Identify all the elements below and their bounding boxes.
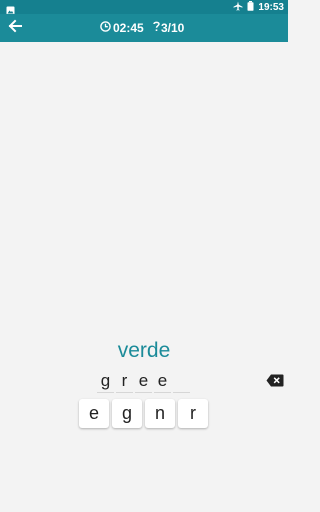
clock-icon bbox=[100, 21, 111, 35]
back-button[interactable] bbox=[4, 17, 26, 39]
status-time: 19:53 bbox=[258, 1, 284, 13]
letter-key[interactable]: r bbox=[178, 399, 208, 428]
airplane-icon bbox=[233, 1, 243, 14]
app-bar: 02:45 3/10 bbox=[0, 14, 288, 42]
backspace-button[interactable] bbox=[266, 374, 284, 387]
quiz-content bbox=[0, 42, 288, 512]
question-word: verde bbox=[117, 339, 171, 362]
progress-value: 3/10 bbox=[161, 21, 185, 35]
letter-key[interactable]: g bbox=[112, 399, 142, 428]
status-bar: 19:53 bbox=[0, 0, 288, 15]
image-notification-icon bbox=[6, 2, 15, 15]
answer-slot: e bbox=[154, 370, 171, 393]
backspace-icon bbox=[266, 374, 284, 391]
letter-key[interactable]: e bbox=[79, 399, 109, 428]
timer: 02:45 bbox=[100, 20, 144, 36]
status-bar-right: 19:53 bbox=[233, 0, 284, 14]
answer-slot: g bbox=[97, 370, 114, 393]
answer-slot bbox=[173, 370, 190, 393]
answer-slot: e bbox=[135, 370, 152, 393]
answer-slot: r bbox=[116, 370, 133, 393]
question-progress: 3/10 bbox=[153, 20, 184, 36]
timer-value: 02:45 bbox=[113, 21, 144, 35]
letter-keys: e g n r bbox=[79, 399, 208, 428]
letter-key[interactable]: n bbox=[145, 399, 175, 428]
answer-row: g r e e bbox=[97, 370, 190, 393]
battery-icon bbox=[247, 0, 254, 14]
arrow-left-icon bbox=[7, 18, 23, 39]
question-icon bbox=[153, 21, 160, 35]
